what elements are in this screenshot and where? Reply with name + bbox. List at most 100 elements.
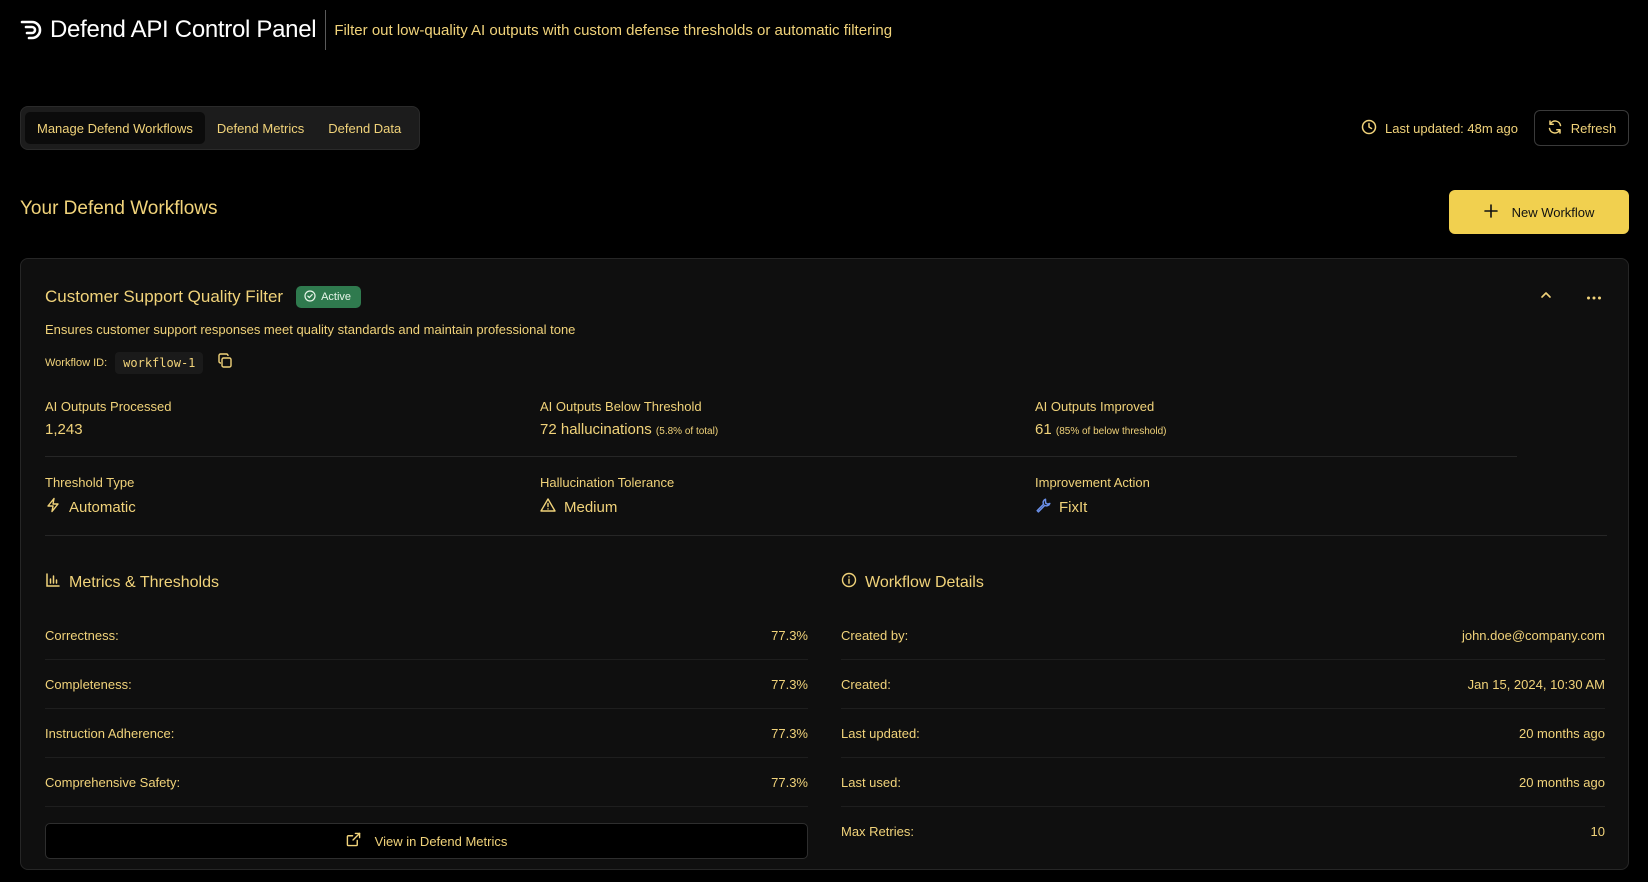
workflow-stats: AI Outputs Processed 1,243 AI Outputs Be… xyxy=(45,399,1607,554)
stat-hallucination-tolerance: Hallucination Tolerance Medium xyxy=(540,475,1035,517)
detail-label: Last updated: xyxy=(841,725,920,741)
section-title: Your Defend Workflows xyxy=(20,198,218,219)
stat-value: Automatic xyxy=(45,497,540,517)
list-item: Completeness: 77.3% xyxy=(45,660,808,709)
detail-label: Created by: xyxy=(841,627,909,643)
metrics-thresholds-panel: Metrics & Thresholds Correctness: 77.3% C… xyxy=(45,572,808,859)
workflow-details-panel: Workflow Details Created by: john.doe@com… xyxy=(841,572,1605,856)
detail-label: Created: xyxy=(841,676,891,692)
tolerance-value: Medium xyxy=(564,498,618,516)
workflow-description: Ensures customer support responses meet … xyxy=(45,322,576,337)
stat-label: AI Outputs Below Threshold xyxy=(540,399,702,414)
app-header: Defend API Control Panel Filter out low-… xyxy=(20,10,892,50)
detail-label: Max Retries: xyxy=(841,824,914,839)
stat-improvement-action: Improvement Action FixIt xyxy=(1035,475,1530,517)
improvement-action-value: FixIt xyxy=(1059,498,1088,516)
collapse-button[interactable] xyxy=(1536,287,1556,307)
list-item: Instruction Adherence: 77.3% xyxy=(45,709,808,758)
lightning-icon xyxy=(45,497,61,517)
stats-row-config: Threshold Type Automatic Hallucination T… xyxy=(45,475,1607,517)
threshold-type-value: Automatic xyxy=(69,498,136,516)
status-badge: Active xyxy=(296,286,362,308)
stat-label: Improvement Action xyxy=(1035,475,1150,490)
stat-outputs-processed: AI Outputs Processed 1,243 xyxy=(45,399,540,438)
wrench-icon xyxy=(1035,497,1051,517)
stat-outputs-below-threshold: AI Outputs Below Threshold 72 hallucinat… xyxy=(540,399,1035,438)
details-list: Created by: john.doe@company.com Created:… xyxy=(841,611,1605,856)
stat-value: Medium xyxy=(540,497,1035,517)
metrics-panel-title: Metrics & Thresholds xyxy=(45,572,808,593)
workflow-id-label: Workflow ID: xyxy=(45,357,108,369)
info-icon xyxy=(841,572,857,593)
list-item: Created: Jan 15, 2024, 10:30 AM xyxy=(841,660,1605,709)
metric-label: Completeness: xyxy=(45,676,132,692)
metric-label: Comprehensive Safety: xyxy=(45,774,181,790)
stat-label: AI Outputs Processed xyxy=(45,399,172,414)
detail-value: 10 xyxy=(1590,824,1605,839)
refresh-icon xyxy=(1547,119,1563,138)
tab-manage-defend-workflows[interactable]: Manage Defend Workflows xyxy=(25,112,205,144)
clock-icon xyxy=(1361,119,1377,138)
check-circle-icon xyxy=(304,289,316,305)
stat-label: AI Outputs Improved xyxy=(1035,399,1155,414)
refresh-button[interactable]: Refresh xyxy=(1534,110,1629,146)
stat-value: 61 (85% of below threshold) xyxy=(1035,421,1530,438)
app-title: Defend API Control Panel xyxy=(50,16,317,43)
ellipsis-icon xyxy=(1586,288,1602,306)
stat-main-value: 72 hallucinations xyxy=(540,421,652,438)
last-updated-status: Last updated: 48m ago xyxy=(1361,113,1518,143)
list-item: Last updated: 20 months ago xyxy=(841,709,1605,758)
view-in-defend-metrics-label: View in Defend Metrics xyxy=(374,833,508,849)
app-subtitle: Filter out low-quality AI outputs with c… xyxy=(334,21,893,39)
stat-note: (5.8% of total) xyxy=(655,426,719,437)
chevron-up-icon xyxy=(1539,288,1553,307)
stat-main-value: 61 xyxy=(1035,421,1052,438)
stat-outputs-improved: AI Outputs Improved 61 (85% of below thr… xyxy=(1035,399,1530,438)
workflow-card: Customer Support Quality Filter Active E… xyxy=(20,258,1629,870)
bar-chart-icon xyxy=(45,572,61,593)
detail-value: Jan 15, 2024, 10:30 AM xyxy=(1467,676,1605,692)
detail-value: 20 months ago xyxy=(1518,725,1605,741)
stat-note: (85% of below threshold) xyxy=(1055,426,1167,437)
copy-id-button[interactable] xyxy=(215,352,235,373)
defend-logo-icon xyxy=(20,18,44,42)
workflow-name: Customer Support Quality Filter xyxy=(45,287,284,306)
plus-icon xyxy=(1483,203,1498,221)
list-item: Comprehensive Safety: 77.3% xyxy=(45,758,808,807)
metrics-panel-title-text: Metrics & Thresholds xyxy=(69,573,219,591)
refresh-label: Refresh xyxy=(1570,120,1617,136)
stat-threshold-type: Threshold Type Automatic xyxy=(45,475,540,517)
tab-defend-metrics[interactable]: Defend Metrics xyxy=(205,112,316,144)
metric-value: 77.3% xyxy=(771,774,808,790)
workflow-id-row: Workflow ID: workflow-1 xyxy=(45,352,235,374)
stat-value: 1,243 xyxy=(45,421,83,438)
header-divider xyxy=(325,10,327,50)
divider xyxy=(45,535,1607,536)
list-item: Last used: 20 months ago xyxy=(841,758,1605,807)
metrics-list: Correctness: 77.3% Completeness: 77.3% Ins… xyxy=(45,611,808,807)
detail-value: john.doe@company.com xyxy=(1461,627,1605,643)
stat-value: FixIt xyxy=(1035,497,1530,517)
new-workflow-label: New Workflow xyxy=(1511,204,1595,220)
more-options-button[interactable] xyxy=(1584,287,1604,307)
status-badge-label: Active xyxy=(321,291,352,303)
new-workflow-button[interactable]: New Workflow xyxy=(1449,190,1629,234)
list-item: Max Retries: 10 xyxy=(841,807,1605,856)
workflow-id-value: workflow-1 xyxy=(115,352,204,374)
list-item: Created by: john.doe@company.com xyxy=(841,611,1605,660)
main-tabs: Manage Defend Workflows Defend Metrics D… xyxy=(20,106,420,150)
last-updated-text: Last updated: 48m ago xyxy=(1385,120,1518,136)
stat-label: Threshold Type xyxy=(45,475,135,490)
warning-triangle-icon xyxy=(540,497,556,517)
detail-value: 20 months ago xyxy=(1518,774,1605,790)
details-panel-title: Workflow Details xyxy=(841,572,1605,593)
view-in-defend-metrics-button[interactable]: View in Defend Metrics xyxy=(45,823,808,859)
tab-defend-data[interactable]: Defend Data xyxy=(316,112,413,144)
stat-value: 72 hallucinations (5.8% of total) xyxy=(540,421,1035,438)
details-panel-title-text: Workflow Details xyxy=(865,573,984,591)
metric-label: Instruction Adherence: xyxy=(45,725,175,741)
stat-label: Hallucination Tolerance xyxy=(540,475,675,490)
metric-value: 77.3% xyxy=(771,627,808,643)
detail-label: Last used: xyxy=(841,774,901,790)
metric-label: Correctness: xyxy=(45,627,119,643)
